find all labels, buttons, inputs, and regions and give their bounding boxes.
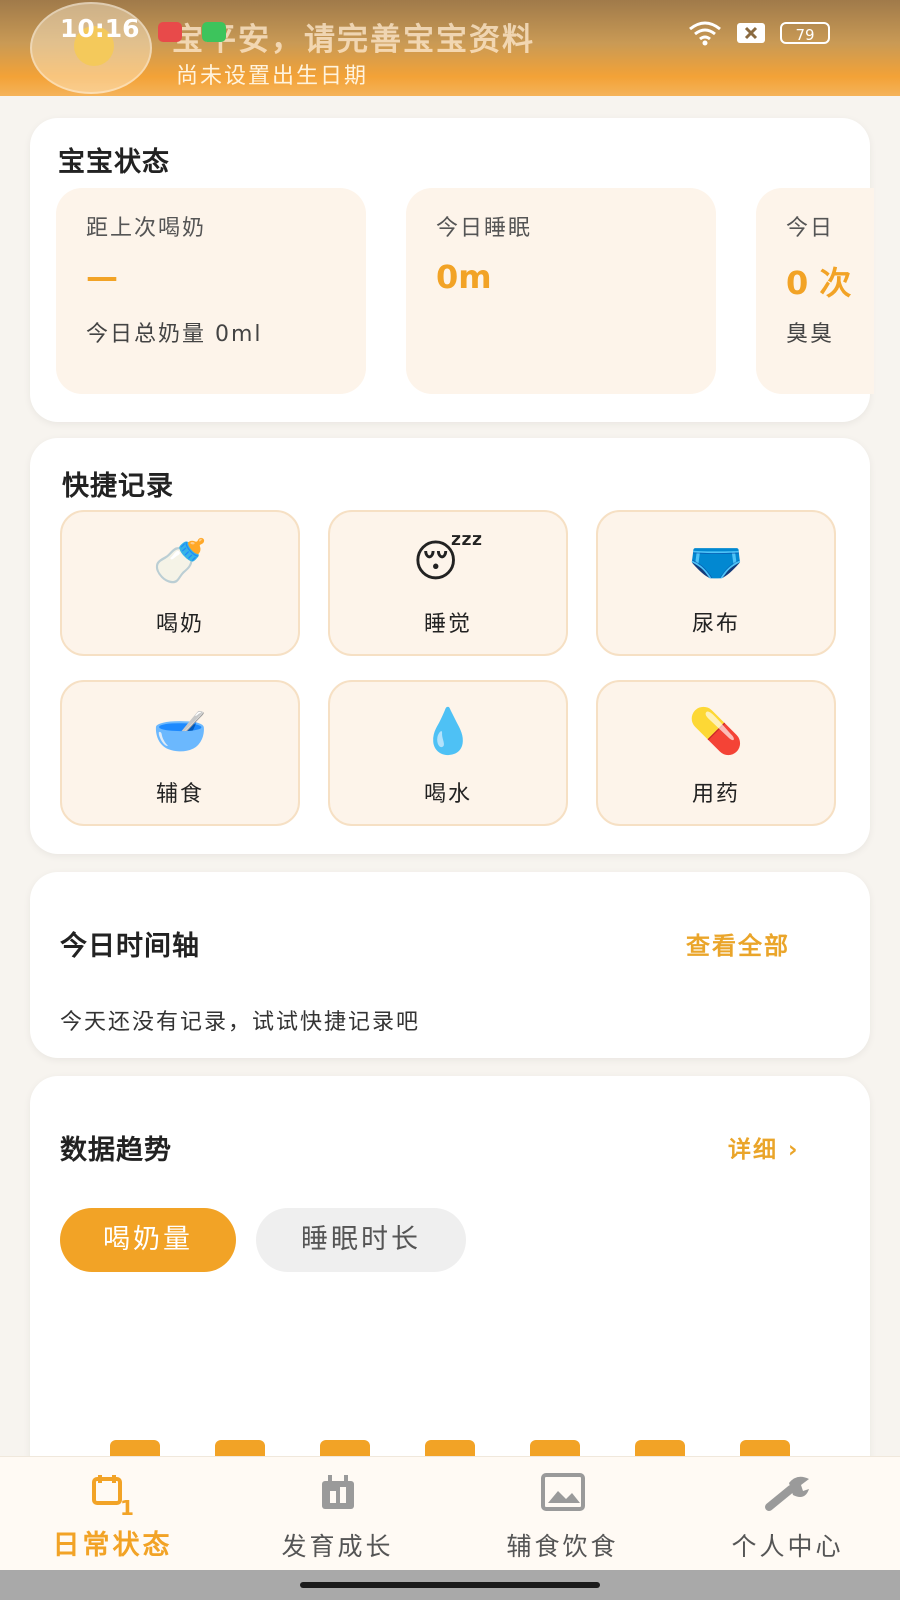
daily-calendar-icon: 1 (0, 1471, 225, 1521)
view-all-link[interactable]: 查看全部 (686, 926, 790, 961)
sim-x-icon (737, 23, 765, 43)
sleeping-face-icon: 😴 (412, 536, 484, 587)
quick-solid-food-button[interactable]: 🥣 辅食 (60, 680, 300, 826)
image-icon (450, 1471, 675, 1519)
stat-label: 今日睡眠 (436, 216, 533, 241)
pill-icon: 💊 (688, 706, 744, 757)
wrench-icon (675, 1471, 900, 1519)
trends-detail-link[interactable]: 详细 › (728, 1130, 800, 1164)
quick-record-card: 快捷记录 🍼 喝奶 😴 睡觉 🩲 尿布 🥣 辅食 💧 喝水 💊 用药 (30, 438, 870, 854)
battery-indicator: 79 (780, 22, 830, 44)
timeline-card: 今日时间轴 查看全部 今天还没有记录，试试快捷记录吧 (30, 872, 870, 1058)
quick-button-label: 睡觉 (423, 612, 472, 637)
stat-label: 距上次喝奶 (86, 216, 207, 241)
quick-diaper-button[interactable]: 🩲 尿布 (596, 510, 836, 656)
quick-button-label: 辅食 (155, 782, 204, 807)
bowl-spoon-icon: 🥣 (152, 706, 208, 757)
quick-medicine-button[interactable]: 💊 用药 (596, 680, 836, 826)
nav-label: 发育成长 (281, 1532, 394, 1561)
nav-label: 日常状态 (52, 1530, 173, 1561)
home-indicator[interactable] (300, 1582, 600, 1588)
quick-button-label: 尿布 (691, 612, 740, 637)
nav-daily-status[interactable]: 1 日常状态 (0, 1457, 225, 1571)
bottom-nav: 1 日常状态 发育成长 辅食饮食 个人中心 (0, 1456, 900, 1571)
birthdate-hint[interactable]: 尚未设置出生日期 (176, 58, 368, 90)
svg-text:1: 1 (120, 1496, 134, 1517)
status-bar: 10:16 79 (0, 0, 900, 60)
tab-sleep-duration[interactable]: 睡眠时长 (256, 1208, 466, 1272)
tab-milk-volume[interactable]: 喝奶量 (60, 1208, 236, 1272)
nav-profile[interactable]: 个人中心 (675, 1457, 900, 1571)
baby-status-card: 宝宝状态 距上次喝奶 — 今日总奶量 0ml 今日睡眠 0m 今日 0 次 臭臭 (30, 118, 874, 422)
stat-last-feed[interactable]: 距上次喝奶 — 今日总奶量 0ml (56, 188, 366, 394)
stat-sub: 臭臭 (786, 322, 835, 347)
status-time: 10:16 (60, 14, 140, 43)
quick-sleep-button[interactable]: 😴 睡觉 (328, 510, 568, 656)
stat-value: 0m (436, 258, 492, 296)
trends-title: 数据趋势 (60, 1135, 172, 1166)
quick-water-button[interactable]: 💧 喝水 (328, 680, 568, 826)
stat-label: 今日 (786, 216, 835, 241)
wifi-icon (689, 21, 721, 46)
quick-feed-button[interactable]: 🍼 喝奶 (60, 510, 300, 656)
gesture-bar (0, 1570, 900, 1600)
growth-chart-icon (225, 1471, 450, 1519)
quick-record-title: 快捷记录 (62, 471, 174, 502)
timeline-empty-text: 今天还没有记录，试试快捷记录吧 (60, 1010, 421, 1035)
stat-value: — (86, 258, 118, 296)
quick-button-label: 喝奶 (155, 612, 204, 637)
quick-button-label: 用药 (691, 782, 740, 807)
nav-food[interactable]: 辅食饮食 (450, 1457, 675, 1571)
stat-value: 0 次 (786, 264, 852, 302)
header: 宝平安，请完善宝宝资料 尚未设置出生日期 10:16 79 (0, 0, 900, 96)
stat-poop[interactable]: 今日 0 次 臭臭 (756, 188, 874, 394)
video-app-icon (158, 22, 182, 42)
trends-card: 数据趋势 详细 › 喝奶量 睡眠时长 (30, 1076, 870, 1496)
diaper-icon: 🩲 (688, 536, 744, 587)
water-drop-icon: 💧 (420, 706, 476, 757)
stat-sleep[interactable]: 今日睡眠 0m (406, 188, 716, 394)
green-app-icon (202, 22, 226, 42)
stat-sub: 今日总奶量 0ml (86, 322, 263, 347)
nav-label: 辅食饮食 (506, 1532, 619, 1561)
nav-label: 个人中心 (731, 1532, 844, 1561)
nav-growth[interactable]: 发育成长 (225, 1457, 450, 1571)
quick-button-label: 喝水 (423, 782, 472, 807)
stat-scroller[interactable]: 距上次喝奶 — 今日总奶量 0ml 今日睡眠 0m 今日 0 次 臭臭 (56, 118, 874, 422)
baby-bottle-icon: 🍼 (152, 536, 208, 587)
timeline-title: 今日时间轴 (60, 931, 200, 962)
